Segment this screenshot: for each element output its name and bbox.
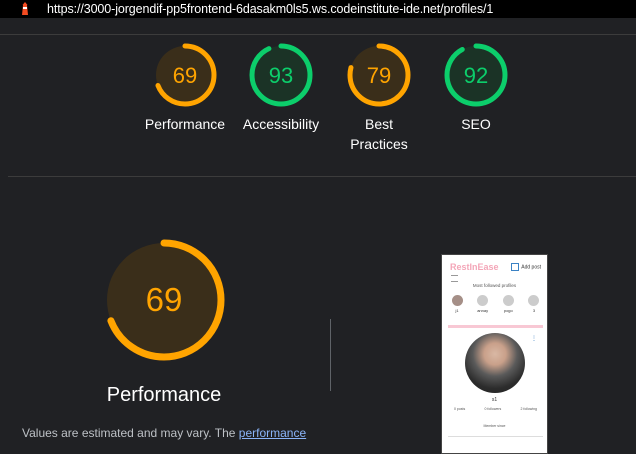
stat-followers: 0 followers: [484, 407, 502, 411]
profile-avatar: j1: [448, 295, 466, 313]
main-gauge-label: Performance: [106, 384, 222, 406]
hamburger-icon: [451, 275, 458, 282]
section-divider: [8, 176, 636, 177]
gauge-score: 92: [464, 63, 488, 88]
top-border: [0, 18, 636, 35]
profile-avatar: 3: [525, 295, 543, 313]
gauge-label: Best Practices: [350, 116, 408, 152]
profile-avatar: annay: [474, 295, 492, 313]
gauge-best-practices[interactable]: 79 Best Practices: [324, 42, 434, 154]
gauge-ring: 69: [153, 43, 217, 107]
gauge-accessibility[interactable]: 93 Accessibility: [226, 42, 336, 134]
vertical-divider: [330, 319, 331, 391]
profile-photo: [465, 333, 525, 393]
page-url[interactable]: https://3000-jorgendif-pp5frontend-6dasa…: [47, 2, 493, 16]
stat-posts: 0 posts: [454, 407, 466, 411]
gauge-ring: 92: [444, 43, 508, 107]
gauge-label: SEO: [461, 116, 491, 132]
profile-stats: 0 posts 0 followers 2 following: [454, 407, 537, 411]
gauge-score: 79: [367, 63, 391, 88]
url-bar: https://3000-jorgendif-pp5frontend-6dasa…: [0, 0, 636, 18]
main-score: 69: [146, 281, 183, 318]
brand-logo: RestInEase: [450, 262, 499, 272]
lighthouse-icon: [22, 2, 28, 15]
gauge-score: 69: [173, 63, 197, 88]
gauge-ring: 93: [249, 43, 313, 107]
gauge-seo[interactable]: 92 SEO: [421, 42, 531, 134]
add-post-link: Add post: [511, 263, 541, 271]
pink-bar: [448, 325, 543, 328]
more-options-icon: ⋮: [531, 336, 537, 342]
gauge-label: Performance: [144, 116, 226, 132]
member-since: Member since: [483, 424, 506, 428]
screenshot-divider: [448, 436, 543, 437]
score-gauges: 69 Performance 93 Accessibility 79 Best …: [0, 34, 636, 176]
gauge-ring: 79: [347, 43, 411, 107]
plus-icon: [511, 263, 520, 271]
main-gauge: 69 Performance: [86, 238, 246, 406]
page-screenshot: RestInEase Add post Most followed profil…: [441, 254, 548, 454]
stat-following: 2 following: [520, 407, 537, 411]
estimate-note: Values are estimated and may vary. The p…: [22, 426, 306, 440]
gauge-score: 93: [269, 63, 293, 88]
profile-avatar: pogo: [499, 295, 517, 313]
gauge-performance[interactable]: 69 Performance: [130, 42, 240, 134]
main-gauge-ring: 69: [103, 239, 225, 361]
profiles-row: j1 annay pogo 3: [448, 295, 543, 313]
most-followed-title: Most followed profiles: [472, 283, 517, 288]
note-text: Values are estimated and may vary. The: [22, 426, 239, 440]
performance-link[interactable]: performance: [239, 426, 306, 440]
profile-username: s1: [491, 397, 498, 403]
gauge-label: Accessibility: [242, 116, 320, 132]
